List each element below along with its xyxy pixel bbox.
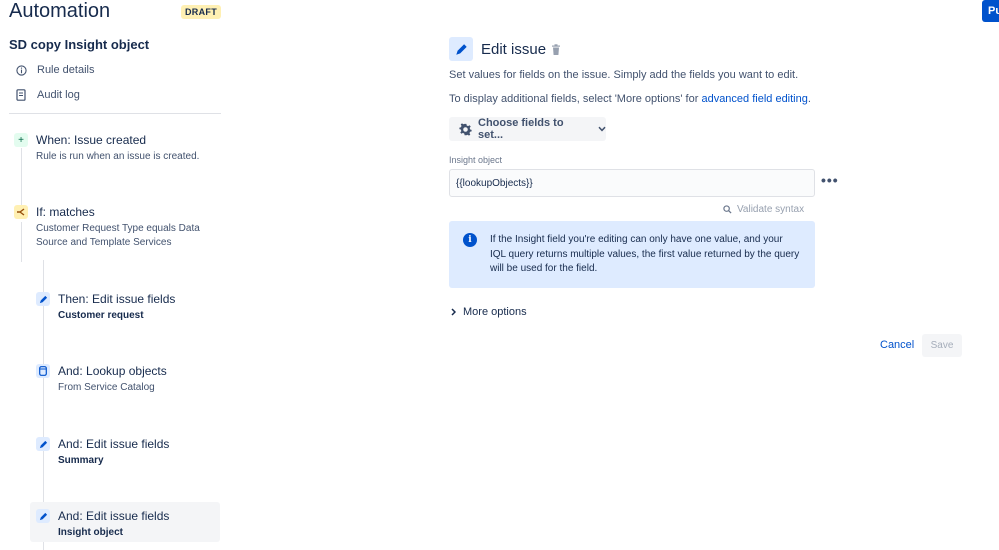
node-subtitle: Customer request	[58, 310, 144, 321]
hint-suffix: .	[807, 93, 811, 105]
chevron-right-icon	[451, 308, 456, 316]
node-subtitle: Insight object	[58, 527, 123, 538]
info-message: i If the Insight field you're editing ca…	[449, 221, 815, 288]
cancel-button[interactable]: Cancel	[873, 336, 921, 356]
node-subtitle: Customer Request Type equals Data Source…	[36, 223, 200, 248]
choose-fields-button[interactable]: Choose fields to set...	[449, 117, 606, 141]
advanced-field-editing-link[interactable]: advanced field editing	[701, 93, 807, 105]
node-title: Then: Edit issue fields	[58, 292, 176, 306]
rule-details-link[interactable]: Rule details	[15, 64, 94, 76]
node-title: When: Issue created	[36, 133, 147, 147]
choose-fields-label: Choose fields to set...	[478, 117, 564, 141]
node-title: And: Lookup objects	[58, 364, 167, 378]
document-icon	[15, 89, 27, 101]
flow-connector	[21, 222, 22, 262]
additional-fields-hint: To display additional fields, select 'Mo…	[449, 93, 811, 105]
info-icon: i	[463, 233, 477, 247]
insight-object-input[interactable]: {{lookupObjects}}	[449, 169, 815, 197]
rule-details-label: Rule details	[37, 64, 95, 76]
validate-syntax-label: Validate syntax	[737, 204, 805, 215]
save-button[interactable]: Save	[922, 334, 962, 357]
info-text: If the Insight field you're editing can …	[490, 234, 800, 274]
pencil-icon	[36, 509, 50, 523]
panel-description: Set values for fields on the issue. Simp…	[449, 69, 799, 81]
branch-icon	[14, 205, 28, 219]
insight-object-label: Insight object	[449, 155, 503, 165]
panel-title: Edit issue	[481, 41, 547, 58]
page-title: Automation	[9, 0, 111, 22]
more-actions-icon[interactable]: •••	[821, 172, 839, 188]
pencil-icon	[449, 37, 473, 61]
draft-badge: DRAFT	[181, 5, 221, 19]
node-subtitle: From Service Catalog	[58, 382, 155, 393]
node-title: If: matches	[36, 205, 95, 219]
publish-button[interactable]: Pu	[982, 0, 999, 22]
rule-name: SD copy Insight object	[9, 37, 150, 52]
plus-icon: +	[14, 133, 28, 147]
pencil-icon	[36, 437, 50, 451]
audit-log-link[interactable]: Audit log	[15, 89, 80, 101]
pencil-icon	[36, 292, 50, 306]
trash-icon[interactable]	[551, 43, 561, 55]
audit-log-label: Audit log	[37, 89, 80, 101]
database-icon	[36, 364, 50, 378]
search-icon	[723, 205, 732, 214]
gear-icon	[459, 122, 472, 136]
hint-text: To display additional fields, select 'Mo…	[449, 93, 702, 105]
sidebar-divider	[9, 113, 221, 114]
node-title: And: Edit issue fields	[58, 509, 170, 523]
node-subtitle: Summary	[58, 455, 104, 466]
flow-connector	[21, 148, 22, 208]
info-icon	[15, 64, 27, 76]
chevron-down-icon	[598, 126, 606, 132]
node-title: And: Edit issue fields	[58, 437, 170, 451]
more-options-toggle[interactable]: More options	[451, 306, 527, 318]
validate-syntax-button[interactable]: Validate syntax	[723, 204, 804, 215]
node-subtitle: Rule is run when an issue is created.	[36, 151, 200, 162]
more-options-label: More options	[463, 306, 527, 318]
